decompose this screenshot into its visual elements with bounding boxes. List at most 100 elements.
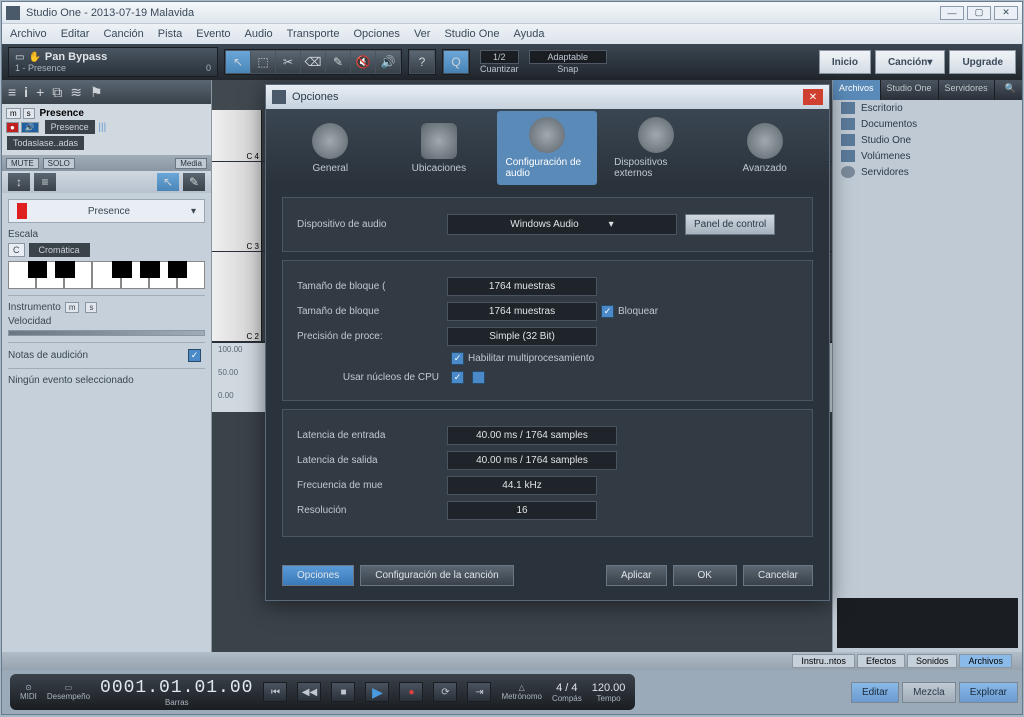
ed-sort-icon[interactable]: ↕ <box>8 173 30 191</box>
audition-checkbox[interactable]: ✓ <box>188 349 201 362</box>
solo-btn[interactable]: s <box>23 108 35 119</box>
arrow-tool[interactable]: ↖ <box>226 51 250 73</box>
menu-cancion[interactable]: Canción <box>103 28 143 40</box>
bb-instrumentos[interactable]: Instru..ntos <box>792 654 855 668</box>
scale-type[interactable]: Cromática <box>29 243 90 257</box>
track-header[interactable]: ▭✋ Pan Bypass 1 - Presence 0 <box>8 47 218 77</box>
core1-checkbox[interactable]: ✓ <box>451 371 464 384</box>
tab-dispositivos[interactable]: Dispositivos externos <box>606 111 706 185</box>
mezcla-tab[interactable]: Mezcla <box>902 682 956 703</box>
back-button[interactable]: ◀◀ <box>297 682 321 702</box>
upgrade-button[interactable]: Upgrade <box>949 50 1016 74</box>
menu-opciones[interactable]: Opciones <box>353 28 399 40</box>
editar-tab[interactable]: Editar <box>851 682 899 703</box>
inst-m[interactable]: m <box>65 302 80 313</box>
tab-studio-one[interactable]: Studio One <box>881 80 939 100</box>
menu-pista[interactable]: Pista <box>158 28 182 40</box>
block-size-2[interactable]: 1764 muestras <box>447 302 597 321</box>
menu-studio-one[interactable]: Studio One <box>444 28 499 40</box>
auto-icon[interactable]: ≋ <box>70 84 82 101</box>
bb-sonidos[interactable]: Sonidos <box>907 654 958 668</box>
cancion-button[interactable]: Canción ▾ <box>875 50 945 74</box>
cancelar-button[interactable]: Cancelar <box>743 565 813 586</box>
time-display[interactable]: 0001.01.01.00 <box>100 678 253 698</box>
menu-ver[interactable]: Ver <box>414 28 431 40</box>
quantize-display[interactable]: 1/2 Cuantizar <box>480 50 519 74</box>
flag-icon[interactable]: ⚑ <box>90 84 103 101</box>
add-icon[interactable]: + <box>36 84 44 100</box>
close-button[interactable]: ✕ <box>994 6 1018 20</box>
browser-servidores[interactable]: Servidores <box>833 164 1022 180</box>
tab-archivos[interactable]: Archivos <box>833 80 881 100</box>
control-panel-button[interactable]: Panel de control <box>685 214 775 235</box>
tempo[interactable]: 120.00Tempo <box>592 682 626 703</box>
mute-tool[interactable]: 🔇 <box>351 51 375 73</box>
forward-button[interactable]: ⇥ <box>467 682 491 702</box>
metronome[interactable]: △Metrónomo <box>501 683 541 701</box>
info-icon[interactable]: ≡ <box>8 84 16 100</box>
loop-button[interactable]: ⟳ <box>433 682 457 702</box>
explorar-tab[interactable]: Explorar <box>959 682 1018 703</box>
song-config-button[interactable]: Configuración de la canción <box>360 565 513 586</box>
tab-avanzado[interactable]: Avanzado <box>715 117 815 180</box>
browser-escritorio[interactable]: Escritorio <box>833 100 1022 116</box>
inst-s[interactable]: s <box>85 302 97 313</box>
monitor-btn[interactable]: 🔊 <box>21 122 39 133</box>
dup-icon[interactable]: ⧉ <box>52 84 62 101</box>
browser-studio-one[interactable]: Studio One <box>833 132 1022 148</box>
rewind-button[interactable]: ⏮ <box>263 682 287 702</box>
quantize-toggle[interactable]: Q <box>444 51 468 73</box>
play-button[interactable]: ▶ <box>365 682 389 702</box>
listen-tool[interactable]: 🔊 <box>376 51 400 73</box>
track-list-row[interactable]: ms Presence ●🔊 Presence ||| Todaslase..a… <box>2 104 211 155</box>
precision-value[interactable]: Simple (32 Bit) <box>447 327 597 346</box>
root-note[interactable]: C <box>8 243 25 257</box>
velocity-slider[interactable] <box>8 330 205 336</box>
compas[interactable]: 4 / 4Compás <box>552 682 582 703</box>
record-arm[interactable]: ● <box>6 122 19 133</box>
tab-audio[interactable]: Configuración de audio <box>497 111 597 185</box>
opciones-button[interactable]: Opciones <box>282 565 354 586</box>
inicio-button[interactable]: Inicio <box>819 50 871 74</box>
ed-list-icon[interactable]: ≡ <box>34 173 56 191</box>
instrument-selector[interactable]: Presence ▾ <box>8 199 205 223</box>
record-button[interactable]: ● <box>399 682 423 702</box>
dialog-titlebar[interactable]: Opciones ✕ <box>266 85 829 109</box>
media-label[interactable]: Media <box>175 158 207 169</box>
audio-device-dropdown[interactable]: Windows Audio▾ <box>447 214 677 235</box>
minimize-button[interactable]: — <box>940 6 964 20</box>
browser-volumenes[interactable]: Volúmenes <box>833 148 1022 164</box>
bb-efectos[interactable]: Efectos <box>857 654 905 668</box>
snap-display[interactable]: Adaptable Snap <box>529 50 608 74</box>
core2-checkbox[interactable] <box>472 371 485 384</box>
multiproc-checkbox[interactable]: ✓ <box>451 352 464 365</box>
tab-ubicaciones[interactable]: Ubicaciones <box>389 117 489 180</box>
paint-tool[interactable]: ✎ <box>326 51 350 73</box>
menu-archivo[interactable]: Archivo <box>10 28 47 40</box>
menu-audio[interactable]: Audio <box>245 28 273 40</box>
help-button[interactable]: ? <box>410 51 434 73</box>
lock-checkbox[interactable]: ✓ <box>601 305 614 318</box>
tab-general[interactable]: General <box>280 117 380 180</box>
ed-arrow[interactable]: ↖ <box>157 173 179 191</box>
piano-widget[interactable] <box>8 261 205 289</box>
aplicar-button[interactable]: Aplicar <box>606 565 667 586</box>
global-mute[interactable]: MUTE <box>6 158 39 169</box>
menu-evento[interactable]: Evento <box>196 28 230 40</box>
menu-editar[interactable]: Editar <box>61 28 90 40</box>
range-tool[interactable]: ⬚ <box>251 51 275 73</box>
mute-btn[interactable]: m <box>6 108 21 119</box>
dialog-close-button[interactable]: ✕ <box>803 89 823 105</box>
eraser-tool[interactable]: ⌫ <box>301 51 325 73</box>
tab-servidores[interactable]: Servidores <box>939 80 995 100</box>
bb-archivos[interactable]: Archivos <box>959 654 1012 668</box>
split-tool[interactable]: ✂ <box>276 51 300 73</box>
global-solo[interactable]: SOLO <box>43 158 75 169</box>
search-icon[interactable]: 🔍 <box>999 80 1022 100</box>
browser-documentos[interactable]: Documentos <box>833 116 1022 132</box>
ok-button[interactable]: OK <box>673 565 737 586</box>
ed-paint[interactable]: ✎ <box>183 173 205 191</box>
menu-transporte[interactable]: Transporte <box>287 28 340 40</box>
menu-ayuda[interactable]: Ayuda <box>514 28 545 40</box>
block-size-1[interactable]: 1764 muestras <box>447 277 597 296</box>
